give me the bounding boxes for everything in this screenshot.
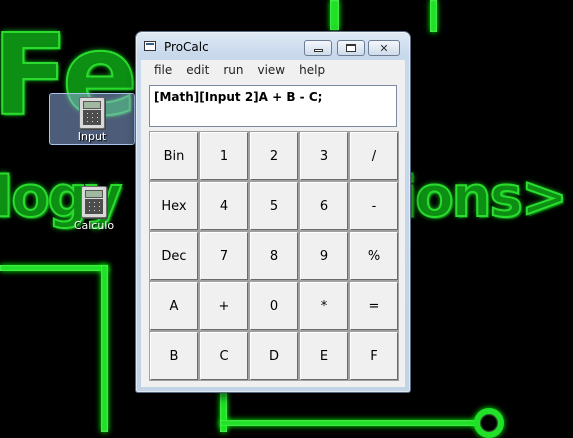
procalc-window: ProCalc ✕ file edit run view help [Math]… — [135, 31, 411, 393]
calculator-body: [Math][Input 2]A + B - C; Bin 1 2 3 / He… — [141, 80, 405, 387]
wallpaper-circuit-node — [474, 408, 504, 438]
close-icon: ✕ — [379, 41, 389, 55]
close-button[interactable]: ✕ — [368, 40, 400, 56]
menu-help[interactable]: help — [292, 60, 332, 80]
key-2[interactable]: 2 — [249, 131, 299, 181]
key-8[interactable]: 8 — [249, 231, 299, 281]
key-6[interactable]: 6 — [299, 181, 349, 231]
key-hex[interactable]: Hex — [149, 181, 199, 231]
desktop-icon-calculo[interactable]: Calculo — [58, 183, 130, 235]
key-percent[interactable]: % — [349, 231, 399, 281]
key-a[interactable]: A — [149, 281, 199, 331]
key-1[interactable]: 1 — [199, 131, 249, 181]
window-title: ProCalc — [164, 40, 209, 54]
key-b[interactable]: B — [149, 331, 199, 381]
key-c[interactable]: C — [199, 331, 249, 381]
wallpaper-circuit-line — [330, 0, 339, 30]
wallpaper-circuit-line — [430, 0, 437, 32]
key-e[interactable]: E — [299, 331, 349, 381]
key-f[interactable]: F — [349, 331, 399, 381]
wallpaper-circuit-line — [0, 265, 108, 271]
key-5[interactable]: 5 — [249, 181, 299, 231]
key-multiply[interactable]: * — [299, 281, 349, 331]
desktop-icon-input[interactable]: Input — [49, 93, 135, 145]
key-divide[interactable]: / — [349, 131, 399, 181]
key-bin[interactable]: Bin — [149, 131, 199, 181]
key-equals[interactable]: = — [349, 281, 399, 331]
key-3[interactable]: 3 — [299, 131, 349, 181]
calculator-icon — [79, 97, 105, 129]
minimize-button[interactable] — [304, 40, 332, 56]
menu-run[interactable]: run — [216, 60, 250, 80]
menu-bar: file edit run view help — [141, 60, 405, 80]
menu-file[interactable]: file — [147, 60, 179, 80]
title-bar[interactable]: ProCalc ✕ — [136, 32, 410, 60]
key-9[interactable]: 9 — [299, 231, 349, 281]
desktop-icon-label: Input — [77, 130, 107, 143]
calculator-icon — [81, 186, 107, 218]
key-dec[interactable]: Dec — [149, 231, 199, 281]
key-plus[interactable]: + — [199, 281, 249, 331]
wallpaper-circuit-line — [220, 420, 480, 426]
menu-edit[interactable]: edit — [179, 60, 216, 80]
keypad: Bin 1 2 3 / Hex 4 5 6 - Dec 7 8 9 % A + … — [149, 131, 399, 381]
wallpaper-circuit-line — [101, 265, 108, 432]
app-window-icon[interactable] — [144, 41, 156, 51]
maximize-button[interactable] — [337, 40, 365, 56]
key-7[interactable]: 7 — [199, 231, 249, 281]
key-4[interactable]: 4 — [199, 181, 249, 231]
key-minus[interactable]: - — [349, 181, 399, 231]
menu-view[interactable]: view — [250, 60, 292, 80]
expression-display[interactable]: [Math][Input 2]A + B - C; — [149, 85, 397, 127]
key-0[interactable]: 0 — [249, 281, 299, 331]
minimize-icon — [313, 49, 323, 52]
desktop-icon-label: Calculo — [73, 219, 115, 232]
maximize-icon — [346, 44, 356, 52]
wallpaper-text-right: ions> — [397, 165, 569, 230]
key-d[interactable]: D — [249, 331, 299, 381]
